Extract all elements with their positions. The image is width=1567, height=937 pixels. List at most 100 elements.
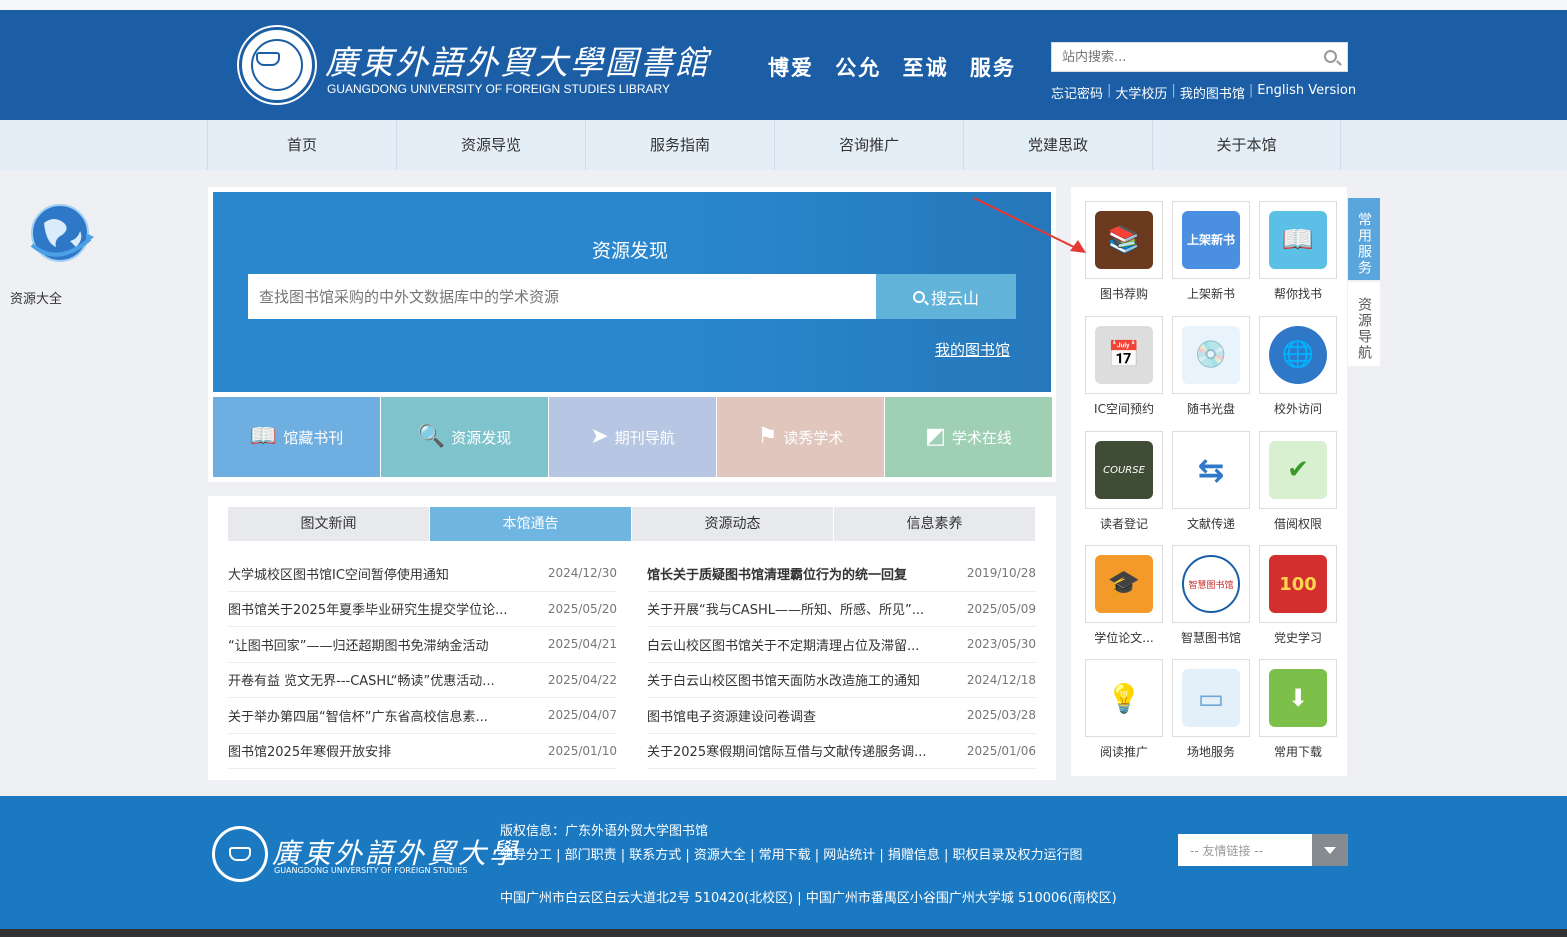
smart-library-logo-icon: 智慧图书馆 [1182, 555, 1240, 613]
exchange-arrows-icon: ⇆ [1182, 441, 1240, 499]
service-tile[interactable]: 上架新书 [1172, 201, 1250, 279]
link-calendar[interactable]: 大学校历 [1115, 83, 1167, 102]
tab-resource-updates[interactable]: 资源动态 [632, 507, 833, 541]
tab-notices[interactable]: 本馆通告 [430, 507, 631, 541]
service-tile[interactable]: 🎓 [1085, 545, 1163, 623]
list-item[interactable]: 关于开展“我与CASHL——所知、所感、所见”... 2025/05/09 [647, 592, 1036, 627]
resources-all-label[interactable]: 资源大全 [10, 288, 62, 307]
service-tile[interactable]: 智慧图书馆 [1172, 545, 1250, 623]
nav-party[interactable]: 党建思政 [963, 120, 1152, 170]
book-icon: 📖 [249, 424, 278, 449]
nav-resources[interactable]: 资源导览 [396, 120, 585, 170]
nav-service-guide[interactable]: 服务指南 [585, 120, 774, 170]
tile-collection[interactable]: 📖 馆藏书刊 [213, 397, 380, 477]
search-icon[interactable] [1324, 50, 1337, 63]
top-strip [0, 0, 1567, 10]
service-tile[interactable]: 📖 [1259, 201, 1337, 279]
link-my-library[interactable]: 我的图书馆 [1180, 83, 1245, 102]
service-tile[interactable]: ✔ [1259, 431, 1337, 509]
footer-address: 中国广州市白云区白云大道北2号 510420(北校区) | 中国广州市番禺区小谷… [500, 891, 1117, 906]
library-name-cn[interactable]: 廣東外語外貿大學圖書館 [325, 36, 710, 84]
university-emblem-icon [212, 826, 268, 882]
projector-screen-icon: ▭ [1182, 669, 1240, 727]
service-party-history[interactable]: 100 党史学习 [1259, 545, 1337, 646]
footer-links[interactable]: 领导分工 | 部门职责 | 联系方式 | 资源大全 | 常用下载 | 网站统计 … [500, 844, 1083, 863]
university-emblem-icon[interactable] [239, 27, 315, 103]
site-search-input[interactable] [1052, 43, 1312, 71]
tab-resource-nav[interactable]: 资源导航 [1348, 282, 1380, 366]
site-search [1051, 42, 1348, 72]
service-label: 学位论文... [1094, 631, 1154, 645]
friend-links-select[interactable]: -- 友情链接 -- [1178, 834, 1348, 866]
link-forgot-password[interactable]: 忘记密码 [1051, 83, 1103, 102]
tab-info-literacy[interactable]: 信息素养 [834, 507, 1035, 541]
service-label: 阅读推广 [1099, 745, 1148, 759]
nav-home[interactable]: 首页 [207, 120, 396, 170]
list-item[interactable]: 图书馆2025年寒假开放安排 2025/01/10 [228, 734, 617, 769]
service-download[interactable]: ⬇ 常用下载 [1259, 659, 1337, 760]
service-tile[interactable]: 🌐 [1259, 316, 1337, 394]
tile-academic-online[interactable]: ◩ 学术在线 [885, 397, 1052, 477]
service-tile[interactable]: ⬇ [1259, 659, 1337, 737]
service-exchange-arrows[interactable]: ⇆ 文献传递 [1172, 431, 1250, 532]
service-lightbulb[interactable]: 💡 阅读推广 [1085, 659, 1163, 760]
service-open-book[interactable]: 📖 帮你找书 [1259, 201, 1337, 302]
service-tile[interactable]: 100 [1259, 545, 1337, 623]
service-label: 党史学习 [1273, 631, 1322, 645]
news-list-right: 馆长关于质疑图书馆清理霸位行为的统一回复 2019/10/28 关于开展“我与CA… [647, 556, 1036, 769]
service-tile[interactable]: 📅 [1085, 316, 1163, 394]
cd-music-icon: 💿 [1182, 326, 1240, 384]
nav-consulting[interactable]: 咨询推广 [774, 120, 963, 170]
discovery-title: 资源发现 [592, 240, 669, 262]
tab-photo-news[interactable]: 图文新闻 [228, 507, 429, 541]
service-calendar[interactable]: 📅 IC空间预约 [1085, 316, 1163, 417]
nav-about[interactable]: 关于本馆 [1152, 120, 1341, 170]
tile-label: 期刊导航 [614, 428, 675, 447]
globe-icon[interactable] [26, 197, 98, 269]
list-item[interactable]: 白云山校区图书馆关于不定期清理占位及滞留... 2023/05/30 [647, 627, 1036, 663]
service-tile[interactable]: ⇆ [1172, 431, 1250, 509]
list-item[interactable]: 关于白云山校区图书馆天面防水改造施工的通知 2024/12/18 [647, 663, 1036, 698]
list-item[interactable]: 开卷有益 览文无界---CASHL“畅读”优惠活动... 2025/04/22 [228, 663, 617, 698]
service-tile[interactable]: COURSE [1085, 431, 1163, 509]
chevron-down-icon[interactable] [1312, 834, 1348, 866]
tile-duxiu[interactable]: ⚑ 读秀学术 [717, 397, 884, 477]
service-smart-library-logo[interactable]: 智慧图书馆 智慧图书馆 [1172, 545, 1250, 646]
tile-journals[interactable]: ➤ 期刊导航 [549, 397, 716, 477]
service-cd-music[interactable]: 💿 随书光盘 [1172, 316, 1250, 417]
list-item[interactable]: “让图书回家”——归还超期图书免滞纳金活动 2025/04/21 [228, 627, 617, 663]
my-library-link[interactable]: 我的图书馆 [935, 339, 1010, 360]
service-label: 借阅权限 [1273, 517, 1322, 531]
select-placeholder: -- 友情链接 -- [1190, 844, 1263, 858]
list-item[interactable]: 馆长关于质疑图书馆清理霸位行为的统一回复 2019/10/28 [647, 556, 1036, 592]
list-item[interactable]: 图书馆电子资源建设问卷调查 2025/03/28 [647, 698, 1036, 734]
news-tabs: 图文新闻 本馆通告 资源动态 信息素养 [228, 507, 1036, 541]
service-projector-screen[interactable]: ▭ 场地服务 [1172, 659, 1250, 760]
download-icon: ⬇ [1269, 669, 1327, 727]
service-tile[interactable]: 📚 [1085, 201, 1163, 279]
service-tile[interactable]: ▭ [1172, 659, 1250, 737]
list-item[interactable]: 大学城校区图书馆IC空间暂停使用通知 2024/12/30 [228, 556, 617, 592]
service-chalkboard[interactable]: COURSE 读者登记 [1085, 431, 1163, 532]
list-item[interactable]: 图书馆关于2025年夏季毕业研究生提交学位论... 2025/05/20 [228, 592, 617, 627]
shield-check-icon: ✔ [1269, 441, 1327, 499]
discovery-search [248, 274, 876, 319]
list-item[interactable]: 关于举办第四届“智信杯”广东省高校信息素... 2025/04/07 [228, 698, 617, 734]
service-bookshelf[interactable]: 📚 图书荐购 [1085, 201, 1163, 302]
flag-icon: ⚑ [757, 424, 778, 449]
service-tile[interactable]: 💿 [1172, 316, 1250, 394]
service-shield-check[interactable]: ✔ 借阅权限 [1259, 431, 1337, 532]
list-item[interactable]: 关于2025寒假期间馆际互借与文献传递服务调... 2025/01/06 [647, 734, 1036, 769]
tile-label: 馆藏书刊 [283, 428, 344, 447]
service-globe[interactable]: 🌐 校外访问 [1259, 316, 1337, 417]
service-tile[interactable]: 💡 [1085, 659, 1163, 737]
service-new-books[interactable]: 上架新书 上架新书 [1172, 201, 1250, 302]
discovery-search-button[interactable]: 搜云山 [876, 274, 1016, 319]
tile-discovery[interactable]: 🔍 资源发现 [381, 397, 548, 477]
footer-university-en: GUANGDONG UNIVERSITY OF FOREIGN STUDIES [274, 866, 468, 875]
discovery-search-input[interactable] [248, 274, 868, 319]
link-english[interactable]: English Version [1257, 83, 1356, 102]
party-history-icon: 100 [1269, 555, 1327, 613]
service-graduation-cap[interactable]: 🎓 学位论文... [1085, 545, 1163, 646]
tab-common-services[interactable]: 常用服务 [1348, 198, 1380, 280]
